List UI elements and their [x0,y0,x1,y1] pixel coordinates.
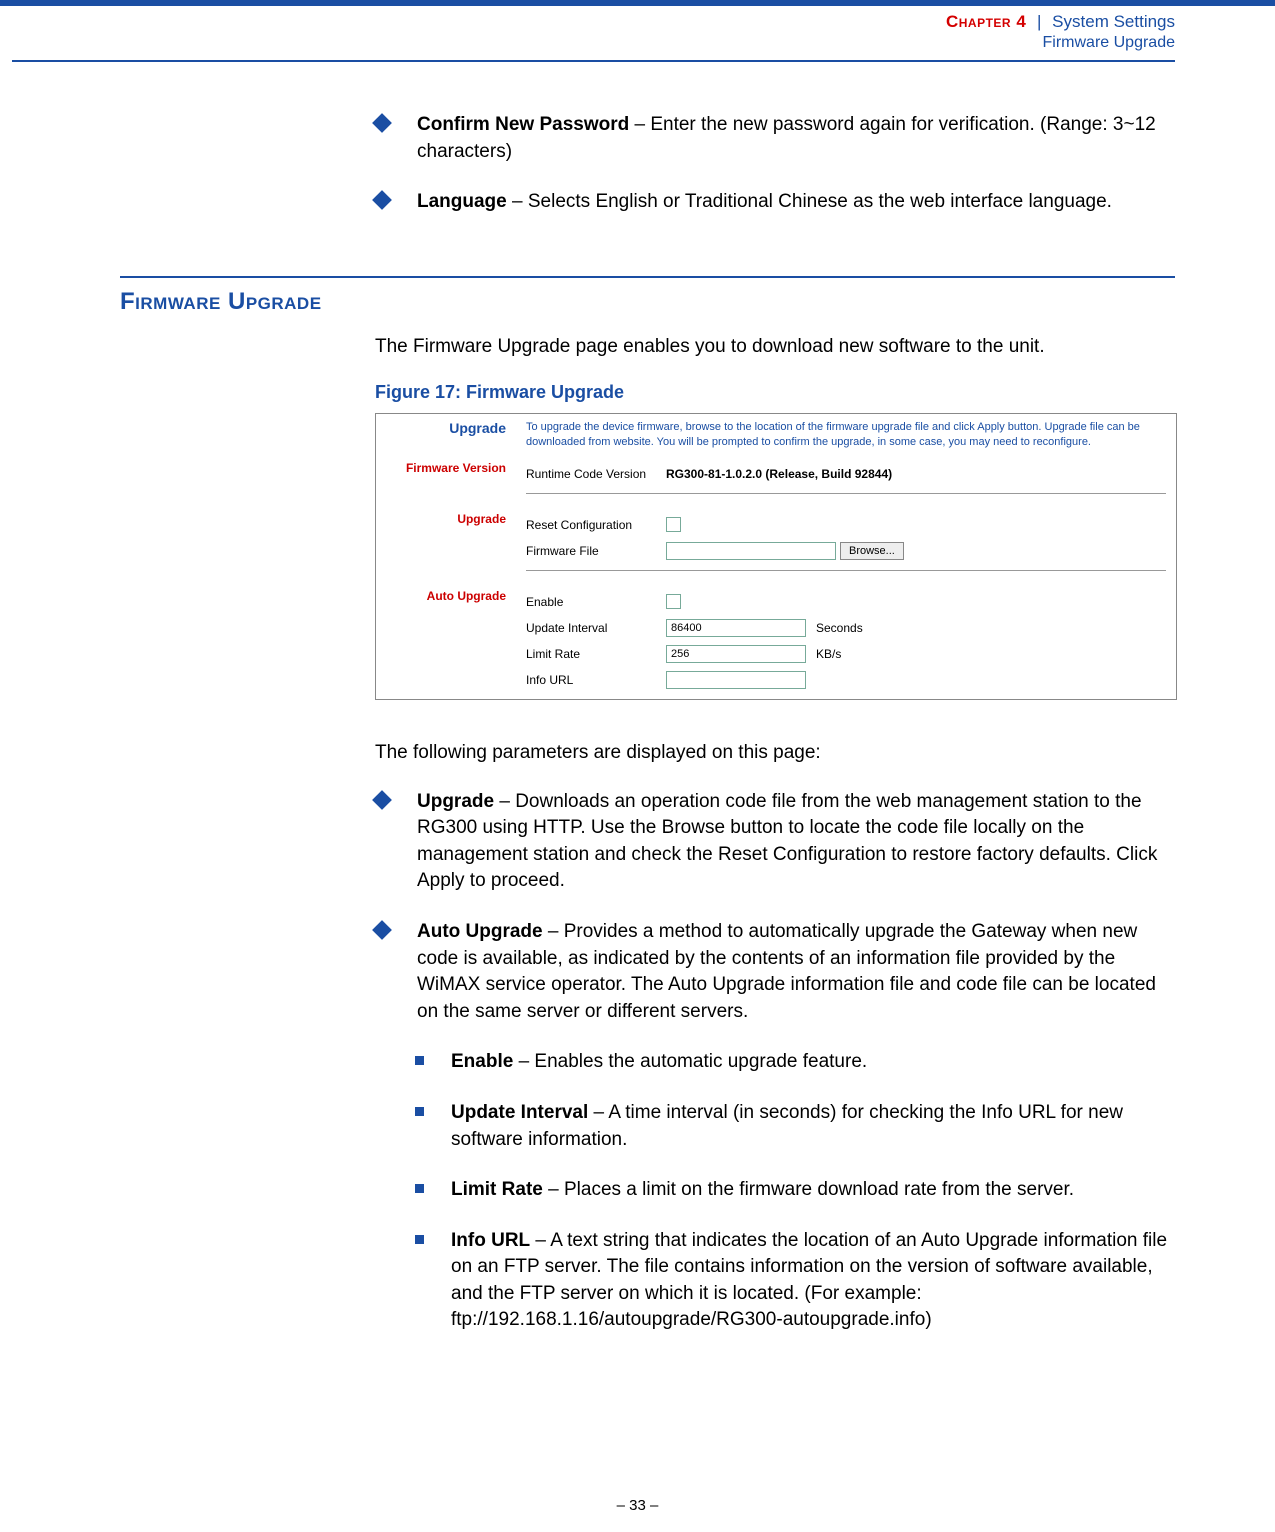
shot-limit-rate-input[interactable] [666,645,806,663]
shot-rcv-label: Runtime Code Version [526,467,666,481]
shot-help-text: To upgrade the device firmware, browse t… [516,414,1176,455]
shot-enable-checkbox[interactable] [666,594,681,609]
section-heading: Firmware Upgrade [120,288,1175,316]
shot-section-upgrade: Upgrade [376,506,516,583]
shot-limit-rate-label: Limit Rate [526,647,666,661]
sub-bullet-title: Info URL [451,1230,530,1251]
bullet-title: Upgrade [417,791,494,812]
shot-update-interval-input[interactable] [666,619,806,637]
diamond-icon [372,790,392,810]
shot-firmware-file-input[interactable] [666,542,836,560]
bullet-upgrade: Upgrade – Downloads an operation code fi… [375,789,1175,895]
shot-rcv-value: RG300-81-1.0.2.0 (Release, Build 92844) [666,467,1166,481]
page-header: Chapter 4 | System Settings Firmware Upg… [0,6,1275,56]
sub-bullet-enable: Enable – Enables the automatic upgrade f… [415,1049,1175,1076]
diamond-icon [372,113,392,133]
shot-section-firmware-version: Firmware Version [376,455,516,506]
shot-enable-label: Enable [526,595,666,609]
bullet-auto-upgrade: Auto Upgrade – Provides a method to auto… [375,919,1175,1025]
bullet-title: Confirm New Password [417,114,629,135]
shot-info-url-input[interactable] [666,671,806,689]
bullet-language: Language – Selects English or Traditiona… [375,189,1175,216]
sub-bullet-title: Limit Rate [451,1179,543,1200]
diamond-icon [372,920,392,940]
bullet-desc: – Selects English or Traditional Chinese… [507,191,1112,212]
bullet-desc: – Downloads an operation code file from … [417,791,1157,892]
shot-reset-label: Reset Configuration [526,518,666,532]
sub-bullet-title: Enable [451,1051,513,1072]
header-separator: | [1037,12,1041,31]
shot-divider [526,493,1166,494]
sub-bullet-desc: – Places a limit on the firmware downloa… [543,1179,1074,1200]
sub-bullet-desc: – Enables the automatic upgrade feature. [513,1051,867,1072]
header-underline [12,60,1175,62]
shot-reset-checkbox[interactable] [666,517,681,532]
shot-section-auto-upgrade: Auto Upgrade [376,583,516,699]
sub-bullet-update-interval: Update Interval – A time interval (in se… [415,1100,1175,1153]
sub-bullet-desc: – A text string that indicates the locat… [451,1230,1167,1331]
shot-firmware-file-label: Firmware File [526,544,666,558]
shot-divider [526,570,1166,571]
shot-limit-rate-unit: KB/s [816,647,841,661]
diamond-icon [372,190,392,210]
shot-update-interval-unit: Seconds [816,621,863,635]
header-subsection: Firmware Upgrade [0,34,1175,52]
shot-info-url-label: Info URL [526,673,666,687]
square-icon [415,1107,424,1116]
bullet-title: Auto Upgrade [417,921,543,942]
bullet-confirm-new-password: Confirm New Password – Enter the new pas… [375,112,1175,165]
shot-title: Upgrade [376,414,516,455]
sub-bullet-info-url: Info URL – A text string that indicates … [415,1228,1175,1334]
params-intro: The following parameters are displayed o… [375,740,1175,767]
sub-bullet-title: Update Interval [451,1102,588,1123]
figure-caption: Figure 17: Firmware Upgrade [375,382,1175,403]
header-section-title: System Settings [1052,12,1175,31]
section-rule [120,276,1175,278]
square-icon [415,1184,424,1193]
section-intro-paragraph: The Firmware Upgrade page enables you to… [375,334,1175,361]
page-number: – 33 – [0,1497,1275,1514]
square-icon [415,1235,424,1244]
shot-browse-button[interactable]: Browse... [840,542,904,560]
chapter-label: Chapter 4 [946,12,1026,31]
figure-screenshot: Upgrade To upgrade the device firmware, … [375,413,1177,700]
sub-bullet-limit-rate: Limit Rate – Places a limit on the firmw… [415,1177,1175,1204]
shot-update-interval-label: Update Interval [526,621,666,635]
bullet-title: Language [417,191,507,212]
square-icon [415,1056,424,1065]
